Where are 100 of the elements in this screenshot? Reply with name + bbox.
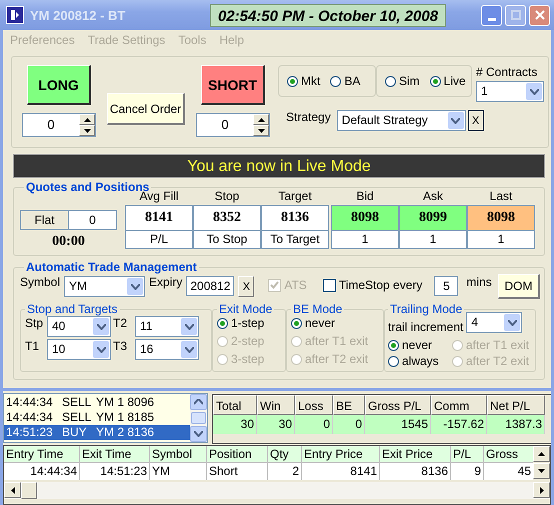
quote-subvalue: 1 bbox=[399, 231, 467, 249]
contracts-dropdown[interactable]: 1 bbox=[476, 81, 544, 102]
column-header: Win bbox=[257, 395, 295, 415]
quote-subvalue: P/L bbox=[125, 231, 193, 249]
column-header[interactable]: Entry Time bbox=[4, 446, 80, 463]
column-heading: Target bbox=[277, 188, 313, 205]
table-cell: 14:51:23 bbox=[80, 463, 150, 480]
column-header: Net P/L bbox=[487, 395, 545, 415]
up-arrow-icon bbox=[84, 118, 90, 122]
column-header[interactable]: Exit Price bbox=[380, 446, 451, 463]
minimize-icon bbox=[488, 18, 496, 20]
scroll-right-button[interactable] bbox=[533, 482, 550, 498]
value-dropdown[interactable]: 16 bbox=[135, 339, 199, 360]
column-header: BE bbox=[333, 395, 365, 415]
spin-up-button[interactable] bbox=[253, 114, 269, 125]
field-label: Stp bbox=[25, 316, 44, 330]
quantity-spinner[interactable]: 0 bbox=[196, 113, 270, 137]
horizontal-scrollbar[interactable] bbox=[4, 482, 550, 499]
quote-value: 8141 bbox=[125, 205, 193, 231]
spin-up-button[interactable] bbox=[79, 114, 95, 125]
long-button[interactable]: LONG bbox=[27, 65, 91, 105]
dom-button[interactable]: DOM bbox=[498, 274, 540, 299]
table-cell: 9 bbox=[451, 463, 484, 480]
timestop-checkbox[interactable]: TimeStop every bbox=[322, 278, 422, 292]
left-arrow-icon bbox=[10, 486, 14, 494]
column-header[interactable]: Qty bbox=[268, 446, 302, 463]
field-label: T3 bbox=[113, 339, 128, 353]
scroll-thumb[interactable] bbox=[191, 412, 206, 424]
column-header: Total bbox=[213, 395, 257, 415]
table-cell: 1545 bbox=[365, 415, 431, 434]
table-cell: 1387.3 bbox=[487, 415, 545, 434]
value-dropdown[interactable]: 11 bbox=[135, 316, 199, 337]
down-arrow-icon bbox=[84, 128, 90, 132]
radio-option[interactable]: Live bbox=[430, 74, 466, 88]
symbol-label: Symbol bbox=[20, 275, 60, 289]
spin-down-button[interactable] bbox=[79, 125, 95, 136]
column-header[interactable]: Gross bbox=[484, 446, 533, 463]
strategy-dropdown[interactable]: Default Strategy bbox=[336, 110, 466, 131]
radio-option[interactable]: always bbox=[388, 354, 452, 368]
window-title: YM 200812 - BT bbox=[30, 8, 126, 22]
scroll-left-button[interactable] bbox=[4, 482, 21, 498]
close-button[interactable] bbox=[529, 4, 550, 26]
short-button[interactable]: SHORT bbox=[201, 65, 265, 105]
table-cell: 8141 bbox=[302, 463, 380, 480]
table-cell: 45 bbox=[484, 463, 533, 480]
table-cell: 30 bbox=[213, 415, 257, 434]
clear-button[interactable]: X bbox=[468, 110, 484, 131]
table-cell: Short bbox=[207, 463, 268, 480]
column-header[interactable]: Symbol bbox=[150, 446, 207, 463]
cancel-order-button[interactable]: Cancel Order bbox=[107, 93, 185, 125]
timer: 00:00 bbox=[52, 234, 85, 250]
column-heading: Last bbox=[488, 188, 514, 205]
trail-increment-label: trail increment bbox=[388, 320, 464, 334]
radio-option[interactable]: Sim bbox=[385, 74, 420, 88]
radio-option[interactable]: never bbox=[388, 338, 452, 352]
trail-increment-dropdown[interactable]: 4 bbox=[466, 312, 522, 333]
checkmark-icon bbox=[270, 281, 280, 289]
column-heading: Ask bbox=[422, 188, 444, 205]
symbol-dropdown[interactable]: YM bbox=[64, 276, 146, 297]
table-cell: 30 bbox=[257, 415, 295, 434]
expiry-label: Expiry bbox=[149, 275, 182, 289]
radio-option[interactable]: BA bbox=[330, 74, 360, 88]
quote-subvalue: To Target bbox=[261, 231, 329, 249]
order-log-item[interactable]: 14:44:34 SELL YM 1 8096 bbox=[4, 395, 190, 410]
position-quantity: 0 bbox=[69, 211, 116, 229]
radio-option[interactable]: 1-step bbox=[217, 316, 282, 330]
app-icon bbox=[6, 6, 24, 24]
contracts-label: # Contracts bbox=[476, 65, 538, 79]
spin-down-button[interactable] bbox=[253, 125, 269, 136]
scrollbar[interactable] bbox=[190, 394, 207, 442]
mins-label: mins bbox=[466, 275, 492, 289]
minimize-button[interactable] bbox=[481, 4, 502, 26]
field-label: T2 bbox=[113, 316, 128, 330]
quote-subvalue: 1 bbox=[467, 231, 535, 249]
group-title: Stop and Targets bbox=[26, 302, 119, 316]
strategy-label: Strategy bbox=[286, 110, 331, 124]
chevron-down-icon bbox=[194, 431, 203, 437]
mode-banner: You are now in Live Mode bbox=[13, 154, 545, 178]
group-title: Automatic Trade Management bbox=[25, 260, 198, 274]
table-cell: 0 bbox=[333, 415, 365, 434]
order-log-item[interactable]: 14:51:23 BUY YM 2 8136 bbox=[4, 425, 190, 440]
table-cell: -157.62 bbox=[431, 415, 487, 434]
radio-option[interactable]: Mkt bbox=[287, 74, 320, 88]
column-header: Comm bbox=[431, 395, 487, 415]
column-header[interactable]: Exit Time bbox=[80, 446, 150, 463]
expiry-field[interactable]: 200812 bbox=[186, 276, 234, 296]
radio-option[interactable]: never bbox=[291, 316, 380, 330]
clear-button[interactable]: X bbox=[238, 276, 254, 297]
column-heading: Bid bbox=[355, 188, 375, 205]
column-header: Loss bbox=[295, 395, 333, 415]
timestop-field[interactable]: 5 bbox=[434, 276, 458, 296]
value-dropdown[interactable]: 40 bbox=[47, 316, 111, 337]
table-cell: 8136 bbox=[380, 463, 451, 480]
order-log-item[interactable]: 14:44:34 SELL YM 1 8185 bbox=[4, 410, 190, 425]
quantity-spinner[interactable]: 0 bbox=[22, 113, 96, 137]
value-dropdown[interactable]: 10 bbox=[47, 339, 111, 360]
column-header[interactable]: P/L bbox=[451, 446, 484, 463]
column-header[interactable]: Entry Price bbox=[302, 446, 380, 463]
field-label: T1 bbox=[25, 339, 40, 353]
column-header[interactable]: Position bbox=[207, 446, 268, 463]
